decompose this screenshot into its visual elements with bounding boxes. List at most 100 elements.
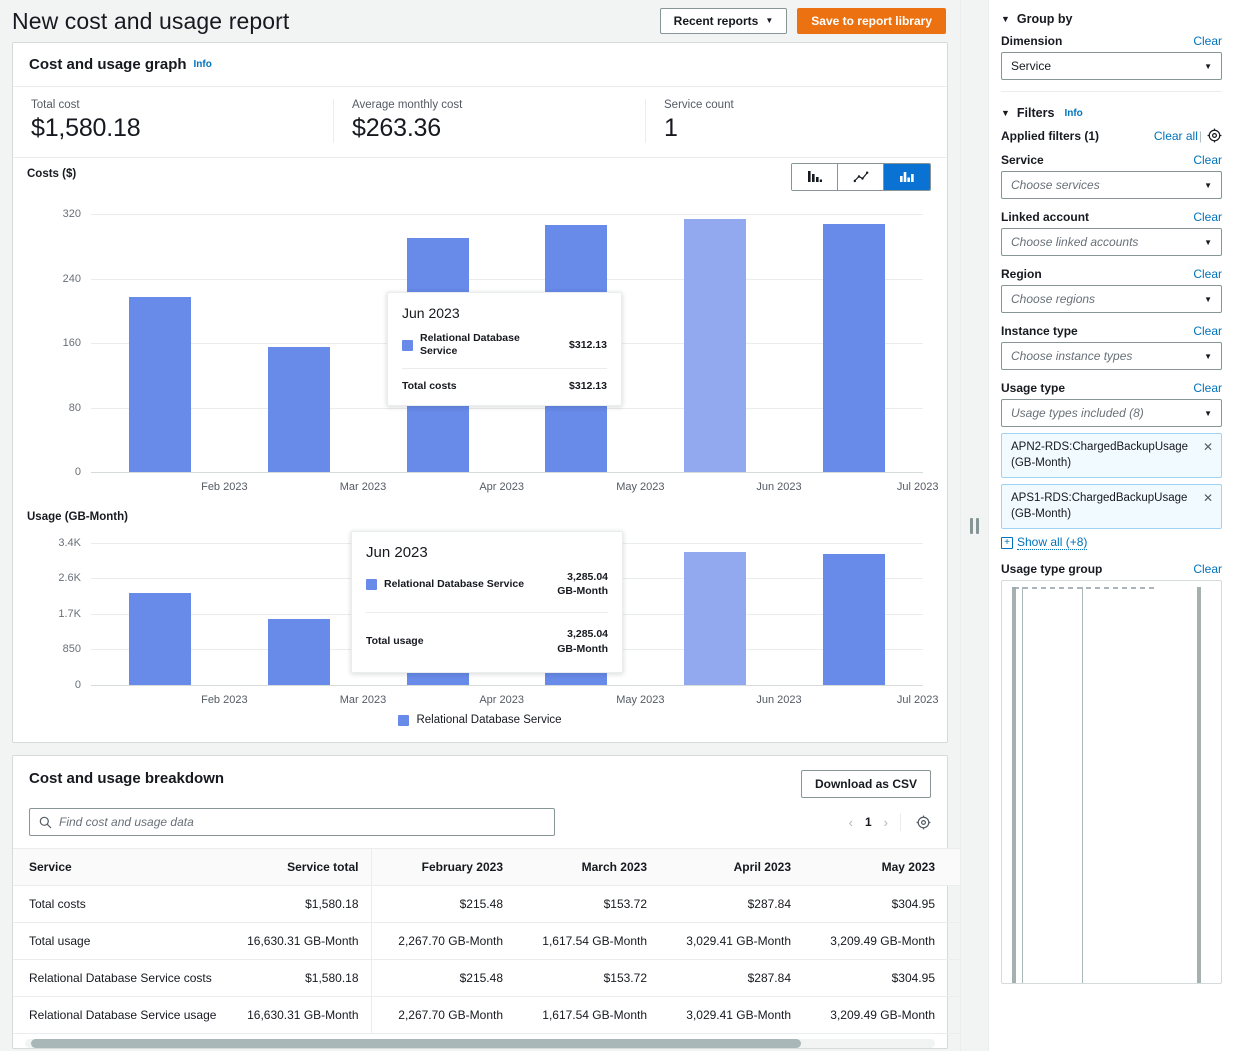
bar-mar-2023[interactable] [268,619,330,685]
instance-type-filter-clear[interactable]: Clear [1193,324,1222,338]
panel-splitter[interactable] [960,0,988,1051]
group-by-section-header[interactable]: ▼ Group by [1001,8,1222,34]
region-filter-row: Region Clear [1001,267,1222,281]
bar-jun-2023[interactable] [684,218,747,472]
column-header-service-total[interactable]: Service total [225,848,371,886]
column-header-may-2023[interactable]: May 2023 [803,848,947,886]
column-header-march-2023[interactable]: March 2023 [515,848,659,886]
column-header-april-2023[interactable]: April 2023 [659,848,803,886]
usage-type-filter-select[interactable]: Usage types included (8) ▼ [1001,399,1222,427]
save-to-report-library-button[interactable]: Save to report library [797,8,946,34]
tooltip-series-row: Relational Database Service 3,285.04 GB-… [352,567,622,612]
cell-service: Total usage [13,922,225,960]
previous-page-icon[interactable]: ‹ [849,815,853,830]
table-preferences-gear-icon[interactable] [916,815,931,830]
metric-value: $1,580.18 [31,114,141,142]
cell-april: 3,029.41 GB-Month [659,996,803,1034]
instance-type-filter-select[interactable]: Choose instance types ▼ [1001,342,1222,370]
x-tick: Jul 2023 [896,694,939,706]
service-filter-clear[interactable]: Clear [1193,153,1222,167]
dimension-clear-link[interactable]: Clear [1193,34,1222,48]
region-filter-select[interactable]: Choose regions ▼ [1001,285,1222,313]
dimension-label: Dimension [1001,34,1063,48]
service-filter-label: Service [1001,153,1044,167]
linked-account-filter-row: Linked account Clear [1001,210,1222,224]
panel-divider [1001,91,1222,92]
cell-march: 1,617.54 GB-Month [515,922,659,960]
dimension-field-row: Dimension Clear [1001,34,1222,48]
clear-all-link[interactable]: Clear all [1154,129,1198,143]
x-tick: May 2023 [616,694,665,706]
y-tick: 80 [68,401,81,414]
x-tick: Apr 2023 [479,481,524,493]
main-content: New cost and usage report Recent reports… [0,0,960,1051]
bar-slot [230,192,369,472]
filters-info-link[interactable]: Info [1064,108,1082,119]
linked-account-filter-select[interactable]: Choose linked accounts ▼ [1001,228,1222,256]
filters-section-header[interactable]: ▼ Filters Info [1001,102,1222,128]
column-header-partial[interactable] [947,848,960,886]
bar-chart-toggle[interactable] [792,164,838,190]
bar-jul-2023[interactable] [822,554,885,685]
usage-type-filter-clear[interactable]: Clear [1193,381,1222,395]
cost-and-usage-graph-card: Cost and usage graph Info Total cost $1,… [12,42,948,743]
bar-feb-2023[interactable] [129,593,192,685]
service-filter-row: Service Clear [1001,153,1222,167]
scrollbar-thumb[interactable] [31,1039,801,1048]
tooltip-total-row: Total usage 3,285.04 GB-Month [352,613,622,671]
cost-and-usage-breakdown-card: Cost and usage breakdown Download as CSV… [12,755,960,1049]
bar-jul-2023[interactable] [822,223,885,472]
bar-feb-2023[interactable] [129,297,192,472]
service-filter-select[interactable]: Choose services ▼ [1001,171,1222,199]
page-number[interactable]: 1 [865,815,872,829]
usage-chart-x-axis: Feb 2023 Mar 2023 Apr 2023 May 2023 Jun … [155,685,960,706]
download-as-csv-button[interactable]: Download as CSV [800,770,931,798]
metric-service-count: Service count 1 [645,99,945,143]
page-header: New cost and usage report Recent reports… [0,0,960,42]
line-chart-toggle[interactable] [838,164,884,190]
recent-reports-button[interactable]: Recent reports ▼ [659,8,788,34]
region-filter-clear[interactable]: Clear [1193,267,1222,281]
x-tick: Jun 2023 [756,694,802,706]
table-horizontal-scrollbar[interactable] [25,1039,935,1048]
table-row[interactable]: Total costs $1,580.18 $215.48 $153.72 $2… [13,885,960,923]
y-tick: 0 [74,679,81,691]
expand-plus-icon: + [1001,536,1013,549]
info-link[interactable]: Info [194,59,212,70]
y-tick: 3.4K [58,536,81,549]
tooltip-title: Jun 2023 [366,544,428,561]
graph-card-title: Cost and usage graph [29,56,187,73]
y-tick: 2.6K [58,572,81,585]
chevron-down-icon: ▼ [1204,180,1212,190]
remove-token-icon[interactable]: ✕ [1203,491,1213,505]
x-tick: Jul 2023 [896,481,939,493]
column-header-service[interactable]: Service [13,848,225,886]
table-row[interactable]: Relational Database Service costs $1,580… [13,959,960,997]
search-input[interactable]: Find cost and usage data [29,808,555,836]
remove-token-icon[interactable]: ✕ [1203,440,1213,454]
chart-legend[interactable]: Relational Database Service [27,706,933,740]
metric-average-monthly-cost: Average monthly cost $263.36 [333,99,645,143]
chevron-down-icon: ▼ [1001,108,1010,118]
stacked-area-chart-toggle[interactable] [884,164,930,190]
cell-february: 2,267.70 GB-Month [370,996,515,1034]
cell-june-partial: 3,285.0 [947,922,960,960]
show-all-tokens-link[interactable]: + Show all (+8) [1001,535,1222,551]
next-page-icon[interactable]: › [884,815,888,830]
usage-type-group-clear[interactable]: Clear [1193,562,1222,576]
usage-type-group-select[interactable] [1001,580,1222,985]
legend-label: Relational Database Service [416,714,562,726]
table-row[interactable]: Total usage 16,630.31 GB-Month 2,267.70 … [13,922,960,960]
dimension-select[interactable]: Service ▼ [1001,52,1222,80]
search-placeholder: Find cost and usage data [59,815,194,829]
table-row[interactable]: Relational Database Service usage 16,630… [13,996,960,1034]
bar-mar-2023[interactable] [268,347,330,472]
filters-settings-gear-icon[interactable] [1207,128,1222,143]
x-tick: Mar 2023 [339,694,387,706]
cell-service: Relational Database Service usage [13,996,225,1034]
bar-slot [91,535,230,685]
bar-jun-2023[interactable] [684,551,747,685]
linked-account-filter-clear[interactable]: Clear [1193,210,1222,224]
column-header-february-2023[interactable]: February 2023 [370,848,515,886]
cell-service-total: 16,630.31 GB-Month [225,922,371,960]
